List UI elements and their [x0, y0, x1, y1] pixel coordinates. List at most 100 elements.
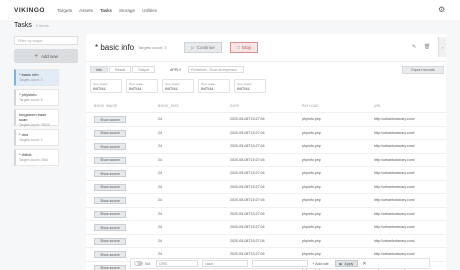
collapse-panel-button[interactable]: › [438, 37, 446, 57]
task-filter-input[interactable]: Filter by target... [14, 36, 78, 45]
scan-stats: Scan status INITIAL Scan status INITIAL … [90, 79, 270, 93]
task-name: * dns [19, 132, 29, 137]
tab-output[interactable]: Output [132, 66, 155, 73]
task-header: * basic info Targets count: 3 ▷ Continue… [86, 34, 446, 62]
cell-size: 24 [158, 211, 162, 216]
cell-url: http://urbanbotanary.com/ [374, 184, 415, 189]
cell-payload: phpinfo.php [302, 171, 321, 175]
nav-utilities[interactable]: Utilities [142, 8, 157, 13]
stat-label: Scan status [129, 82, 144, 86]
field-select[interactable]: DIRS [156, 260, 199, 267]
apply-rules-button[interactable]: ▶ Apply [334, 260, 359, 267]
add-task-button[interactable]: + Add new [14, 49, 78, 63]
table-row: Show source 24 2020-05-08T15:27:04 phpinfo.… [86, 152, 446, 166]
task-card[interactable]: * dns Targets count: 3 [14, 129, 59, 146]
trash-icon[interactable]: 🗑 [424, 44, 430, 50]
cell-date: 2020-05-08T15:27:04 [230, 225, 265, 229]
cell-payload: phpinfo.php [302, 211, 321, 216]
stat-label: Scan status [201, 82, 216, 86]
add-rule-label: Add rule [315, 261, 329, 266]
show-source-button[interactable]: Show source [94, 237, 126, 245]
cell-url: http://urbanbotanary.com/ [374, 211, 415, 216]
brand-logo[interactable]: VIKINGO [14, 7, 45, 14]
table-row: Show source 24 2020-05-08T15:27:04 phpinfo.… [86, 139, 446, 152]
table-row: Show source 24 2020-05-08T15:27:04 phpinfo.… [86, 179, 446, 193]
cell-size: 24 [158, 144, 162, 148]
cell-size: 24 [158, 117, 162, 121]
tab-info[interactable]: Info [90, 66, 108, 73]
nav-targets[interactable]: Targets [57, 8, 72, 13]
table-row: Show source 24 2020-05-08T15:27:04 phpinfo.… [86, 206, 446, 220]
operator-select[interactable]: value [202, 260, 249, 267]
tab-result[interactable]: Result [109, 66, 132, 73]
stat-card: Scan status INITIAL [198, 79, 230, 93]
show-source-button[interactable]: Show source [94, 170, 126, 177]
rule-value-input[interactable] [252, 260, 309, 267]
cell-url: http://urbanbotanary.com/ [374, 198, 415, 202]
table-header: BOOK IMAGE BOOK_SIZE DATE PAYLOAD URL [86, 102, 446, 110]
task-count: Targets count: 8 [19, 98, 43, 102]
task-count: Targets count: 79000 [19, 123, 50, 127]
page-heading: Tasks 5 items [14, 22, 49, 29]
cell-size: 24 [158, 184, 162, 189]
stat-card: Scan status INITIAL [126, 79, 158, 93]
task-count: Targets count: 7865 [19, 158, 48, 162]
stat-label: Scan status [165, 82, 180, 86]
cell-date: 2020-05-08T15:27:04 [230, 198, 265, 202]
column-header[interactable]: BOOK IMAGE [94, 104, 118, 108]
cell-size: 24 [158, 171, 162, 175]
cell-url: http://urbanbotanary.com/ [374, 238, 415, 243]
stop-button[interactable]: □ Stop [230, 42, 258, 53]
cell-url: http://urbanbotanary.com/ [374, 117, 415, 121]
cell-payload: phpinfo.php [302, 238, 321, 243]
not-label: Not [145, 261, 151, 266]
cell-payload: phpinfo.php [302, 117, 321, 121]
not-toggle[interactable] [134, 261, 143, 266]
page-count: 5 items [35, 23, 49, 28]
edit-icon[interactable]: ✎ [412, 44, 416, 50]
show-source-button[interactable]: Show source [94, 129, 126, 137]
task-card[interactable]: longstorm base scan Targets count: 79000 [14, 109, 59, 127]
show-source-button[interactable]: Show source [94, 264, 126, 270]
cell-size: 24 [158, 198, 162, 202]
stat-label: Scan status [93, 82, 108, 86]
task-card[interactable]: * physinfo Targets count: 8 [14, 89, 59, 106]
stat-value: INITIAL [93, 87, 106, 91]
nav-tasks[interactable]: Tasks [100, 8, 112, 13]
column-header[interactable]: BOOK_SIZE [158, 104, 179, 108]
nav-assets[interactable]: Assets [79, 8, 93, 13]
task-title: * basic info [95, 43, 135, 52]
show-source-button[interactable]: Show source [94, 156, 126, 164]
table-row: Show source 24 2020-05-08T15:27:04 phpinfo.… [86, 166, 446, 179]
cell-payload: phpinfo.php [302, 252, 321, 256]
show-source-button[interactable]: Show source [94, 116, 126, 123]
nav-storage[interactable]: Storage [119, 8, 135, 13]
show-source-button[interactable]: Show source [94, 197, 126, 204]
stop-label: Stop [241, 45, 251, 50]
cell-size: 24 [158, 157, 162, 162]
cell-date: 2020-05-08T15:27:04 [230, 184, 265, 189]
task-card[interactable]: * dirbst Targets count: 7865 [14, 149, 59, 166]
gear-icon[interactable]: ⚙ [438, 5, 447, 14]
show-source-button[interactable]: Show source [94, 143, 126, 150]
stat-card: Scan status INITIAL [234, 79, 266, 93]
show-source-button[interactable]: Show source [94, 183, 126, 191]
stat-label: Scan status [237, 82, 252, 86]
stat-value: INITIAL [237, 87, 250, 91]
show-source-button[interactable]: Show source [94, 224, 126, 231]
column-header[interactable]: PAYLOAD [302, 104, 319, 108]
show-source-button[interactable]: Show source [94, 210, 126, 218]
show-source-button[interactable]: Show source [94, 251, 126, 258]
column-header[interactable]: DATE [230, 104, 240, 108]
predefined-filter-select[interactable]: Predefined - Show all responses [188, 66, 244, 73]
table-row: Show source 24 2020-05-08T15:27:04 phpinfo.… [86, 112, 446, 125]
stat-card: Scan status INITIAL [162, 79, 194, 93]
add-rule-button[interactable]: + Add rule [312, 262, 328, 266]
cell-size: 24 [158, 238, 162, 243]
column-header[interactable]: URL [374, 104, 381, 108]
stat-value: INITIAL [129, 87, 142, 91]
task-card[interactable]: * basic info Targets count: 3 [14, 69, 59, 86]
continue-button[interactable]: ▷ Continue [184, 42, 222, 53]
export-records-button[interactable]: Export records [402, 66, 444, 74]
close-icon[interactable]: ✕ [362, 261, 366, 267]
